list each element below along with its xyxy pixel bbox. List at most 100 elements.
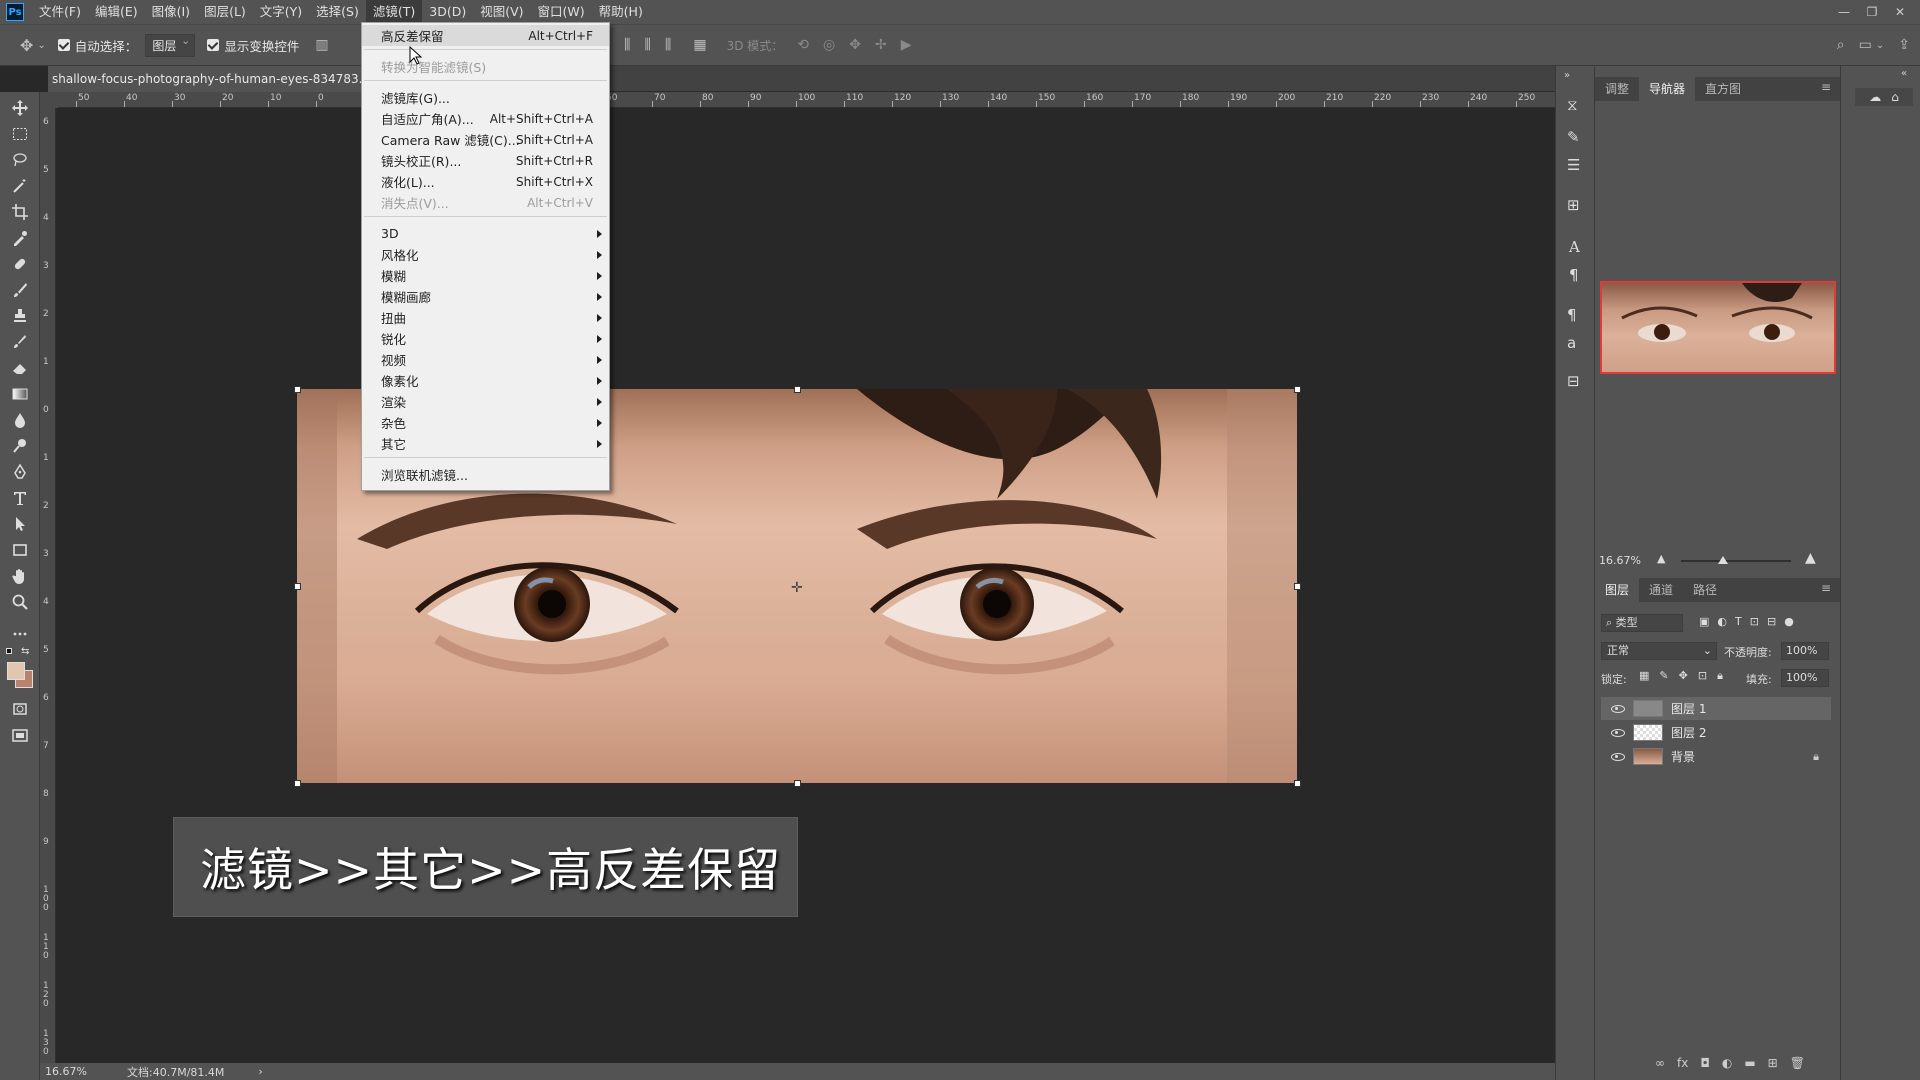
brush-tool-icon[interactable] <box>0 278 40 302</box>
transform-handle[interactable] <box>794 780 801 787</box>
filter-menu-item[interactable]: 3D <box>362 223 609 244</box>
filter-menu-item[interactable]: 锐化 <box>362 328 609 349</box>
vertical-ruler[interactable]: 6 5 4 3 2 1 0 1 2 3 4 5 6 7 8 9 100 110 120 130 <box>40 108 56 1063</box>
filter-menu-item[interactable]: 模糊画廊 <box>362 286 609 307</box>
menu-help[interactable]: 帮助(H) <box>592 0 650 24</box>
delete-layer-icon[interactable]: 🗑︎ <box>1790 1056 1805 1070</box>
panel-menu-icon[interactable]: ≡ <box>1821 80 1831 94</box>
auto-select-dropdown[interactable]: 图层 <box>145 33 196 57</box>
layer-name[interactable]: 图层 1 <box>1671 700 1706 717</box>
gradient-tool-icon[interactable] <box>0 382 40 406</box>
layer-name[interactable]: 图层 2 <box>1671 724 1706 741</box>
new-group-icon[interactable]: ▬ <box>1744 1056 1755 1070</box>
filter-menu-item[interactable]: 镜头校正(R)... Shift+Ctrl+R <box>362 150 609 171</box>
zoom-tool-icon[interactable] <box>0 590 40 614</box>
adjustment-layer-icon[interactable]: ◐ <box>1722 1056 1732 1070</box>
filter-type-icon[interactable]: T <box>1735 615 1742 628</box>
quick-mask-icon[interactable] <box>0 697 40 721</box>
adjustments-icon[interactable]: ☰ <box>1567 156 1580 174</box>
clone-stamp-tool-icon[interactable] <box>0 304 40 328</box>
paragraph-styles-icon[interactable]: ¶ <box>1567 306 1577 324</box>
hand-tool-icon[interactable] <box>0 564 40 588</box>
dodge-tool-icon[interactable] <box>0 434 40 458</box>
path-selection-tool-icon[interactable] <box>0 512 40 536</box>
checkbox-checked-icon[interactable] <box>57 39 70 51</box>
layers-panel-tab[interactable]: 图层 <box>1595 578 1640 602</box>
menu-type[interactable]: 文字(Y) <box>253 0 309 24</box>
navigator-panel-tab[interactable]: 导航器 <box>1639 77 1696 101</box>
pen-tool-icon[interactable] <box>0 460 40 484</box>
align-hcenter-icon[interactable]: ⫼ <box>665 37 671 53</box>
layer-style-icon[interactable]: fx <box>1677 1056 1688 1070</box>
screen-mode-icon[interactable] <box>0 724 40 748</box>
link-layers-icon[interactable]: ∞ <box>1655 1056 1665 1070</box>
lock-position-icon[interactable]: ✥ <box>1679 669 1688 683</box>
blend-mode-dropdown[interactable]: 正常 ⌄ <box>1601 642 1717 660</box>
navigator-panel-tab[interactable]: 调整 <box>1595 77 1639 101</box>
transform-handle[interactable] <box>1294 386 1301 393</box>
history-icon[interactable]: ⧖ <box>1567 96 1578 114</box>
libraries-tab[interactable]: ☁ ⌂ <box>1855 88 1913 106</box>
filter-menu-item[interactable]: 自适应广角(A)... Alt+Shift+Ctrl+A <box>362 108 609 129</box>
filter-toggle-icon[interactable]: ● <box>1784 615 1794 628</box>
align-vcenter-icon[interactable]: ⫼ <box>624 37 630 53</box>
filter-adjustment-icon[interactable]: ◐ <box>1717 615 1727 628</box>
zoom-in-icon[interactable]: ▲ <box>1805 550 1816 566</box>
collapse-icon[interactable]: » <box>1564 70 1570 81</box>
layer-row[interactable]: 图层 2 <box>1601 721 1831 744</box>
menu-image[interactable]: 图像(I) <box>145 0 197 24</box>
filter-menu-item[interactable]: Camera Raw 滤镜(C)... Shift+Ctrl+A <box>362 129 609 150</box>
filter-menu-item[interactable]: 液化(L)... Shift+Ctrl+X <box>362 171 609 192</box>
color-swatches[interactable] <box>5 660 37 690</box>
transform-handle[interactable] <box>294 386 301 393</box>
distribute-icon[interactable]: ▦ <box>693 37 706 53</box>
character-icon[interactable]: A <box>1569 238 1580 256</box>
reference-point-icon[interactable]: ✛ <box>791 580 803 596</box>
3d-roll-icon[interactable]: ◎ <box>823 37 835 53</box>
brush-settings-icon[interactable]: ✎ <box>1567 128 1580 146</box>
eyedropper-tool-icon[interactable] <box>0 226 40 250</box>
layer-row[interactable]: 图层 1 <box>1601 697 1831 720</box>
visibility-eye-icon[interactable] <box>1611 752 1625 761</box>
menu-filter[interactable]: 滤镜(T) <box>365 0 423 24</box>
type-tool-icon[interactable] <box>0 486 40 510</box>
clone-source-icon[interactable]: ⊞ <box>1567 196 1580 214</box>
checkbox-checked-icon[interactable] <box>207 39 220 51</box>
3d-orbit-icon[interactable]: ⟲ <box>797 37 809 53</box>
magic-wand-tool-icon[interactable] <box>0 174 40 198</box>
chevron-down-icon[interactable]: ⌄ <box>37 40 45 51</box>
eraser-tool-icon[interactable] <box>0 356 40 380</box>
menu-edit[interactable]: 编辑(E) <box>88 0 145 24</box>
workspace-icon[interactable]: ▭ <box>1859 37 1872 53</box>
filter-menu-item[interactable]: 滤镜库(G)... <box>362 87 609 108</box>
restore-icon[interactable]: ❐ <box>1858 5 1886 19</box>
filter-menu-item[interactable]: 扭曲 <box>362 307 609 328</box>
auto-select-checkbox[interactable]: 自动选择： <box>57 36 137 55</box>
filter-pixel-icon[interactable]: ▣ <box>1699 615 1709 628</box>
blur-tool-icon[interactable] <box>0 408 40 432</box>
chevron-down-icon[interactable]: ⌄ <box>1876 40 1884 51</box>
layer-row[interactable]: 背景 🔒︎ <box>1601 745 1831 768</box>
show-transform-checkbox[interactable]: 显示变换控件 <box>207 36 299 55</box>
glyphs-icon[interactable]: a <box>1567 334 1576 352</box>
marquee-tool-icon[interactable] <box>0 122 40 146</box>
close-icon[interactable]: ✕ <box>1886 5 1914 19</box>
properties-icon[interactable]: ⊟ <box>1567 372 1580 390</box>
document-tab[interactable]: shallow-focus-photography-of-human-eyes-… <box>48 66 362 92</box>
add-mask-icon[interactable]: ◘ <box>1700 1056 1710 1070</box>
rectangle-tool-icon[interactable] <box>0 538 40 562</box>
layers-panel-tab[interactable]: 路径 <box>1683 578 1727 602</box>
new-layer-icon[interactable]: ⊞ <box>1768 1056 1778 1070</box>
lock-all-icon[interactable]: 🔒︎ <box>1717 669 1723 683</box>
navigator-zoom-slider[interactable] <box>1681 560 1791 562</box>
visibility-eye-icon[interactable] <box>1611 704 1625 713</box>
crop-tool-icon[interactable] <box>0 200 40 224</box>
navigator-zoom-value[interactable]: 16.67% <box>1599 554 1641 567</box>
filter-smart-object-icon[interactable]: ⊟ <box>1767 615 1776 628</box>
fill-input[interactable]: 100% <box>1781 669 1829 687</box>
default-colors-icon[interactable]: ⇆ <box>6 646 34 660</box>
healing-brush-tool-icon[interactable] <box>0 252 40 276</box>
transform-handle[interactable] <box>1294 780 1301 787</box>
transform-handle[interactable] <box>294 780 301 787</box>
search-icon[interactable]: ⌕ <box>1837 37 1845 53</box>
